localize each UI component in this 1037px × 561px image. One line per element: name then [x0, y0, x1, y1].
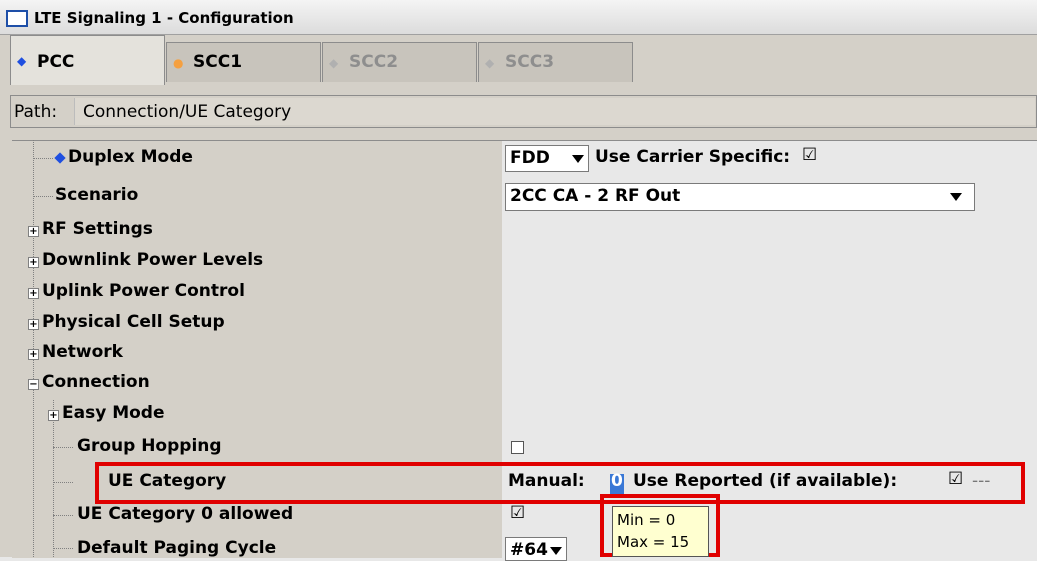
tree-branch	[33, 196, 53, 197]
window-title: LTE Signaling 1 - Configuration	[34, 9, 294, 27]
chevron-down-icon	[950, 193, 962, 201]
path-value: Connection/UE Category	[83, 102, 292, 122]
tab-scc2[interactable]: ◆ SCC2	[322, 42, 477, 82]
expand-icon[interactable]: +	[28, 257, 39, 268]
use-carrier-checkbox[interactable]: ☑	[802, 145, 817, 165]
tree-item-default-paging[interactable]: Default Paging Cycle	[77, 538, 276, 558]
path-value-field: Connection/UE Category	[74, 98, 1035, 125]
tab-scc3-label: SCC3	[505, 52, 555, 72]
tree-item-ue-category0[interactable]: UE Category 0 allowed	[77, 504, 293, 524]
tree-item-downlink-power[interactable]: Downlink Power Levels	[42, 250, 263, 270]
tree-branch	[53, 447, 73, 448]
tree-item-physical-cell[interactable]: Physical Cell Setup	[42, 312, 225, 332]
tab-pcc[interactable]: ◆ PCC	[10, 35, 165, 85]
tree-item-uplink-power[interactable]: Uplink Power Control	[42, 281, 245, 301]
expand-icon[interactable]: +	[28, 349, 39, 360]
tooltip-max: Max = 15	[617, 533, 690, 551]
tab-scc1-label: SCC1	[193, 52, 243, 72]
tree-item-easy-mode[interactable]: Easy Mode	[62, 403, 165, 423]
tree-item-duplex-mode[interactable]: Duplex Mode	[68, 147, 193, 167]
tab-scc3[interactable]: ◆ SCC3	[478, 42, 633, 82]
duplex-mode-select[interactable]: FDD	[505, 145, 589, 172]
scenario-value: 2CC CA - 2 RF Out	[510, 186, 681, 206]
tab-pcc-dot-icon: ◆	[17, 54, 27, 68]
tree-branch	[53, 482, 73, 483]
tree-item-network[interactable]: Network	[42, 342, 123, 362]
window-icon	[6, 10, 28, 27]
carrier-tabs: ◆ PCC ● SCC1 ◆ SCC2 ◆ SCC3	[0, 35, 1037, 85]
use-carrier-label: Use Carrier Specific:	[595, 147, 791, 167]
tree-connector-line-sub	[53, 400, 54, 557]
tooltip-min: Min = 0	[617, 511, 676, 529]
title-bar: LTE Signaling 1 - Configuration	[0, 0, 1037, 35]
expand-icon[interactable]: +	[48, 410, 59, 421]
tree-item-scenario[interactable]: Scenario	[55, 185, 138, 205]
tab-scc1-dot-icon: ●	[173, 56, 184, 70]
tree-branch	[53, 548, 73, 549]
expand-icon[interactable]: +	[28, 319, 39, 330]
chevron-down-icon	[550, 547, 562, 555]
configuration-window: LTE Signaling 1 - Configuration ◆ PCC ● …	[0, 0, 1037, 561]
paging-cycle-value: #64	[510, 540, 548, 560]
collapse-icon[interactable]: −	[28, 379, 39, 390]
path-bar: Path: Connection/UE Category	[10, 95, 1037, 128]
scenario-select[interactable]: 2CC CA - 2 RF Out	[505, 183, 975, 211]
tree-item-rf-settings[interactable]: RF Settings	[42, 219, 153, 239]
tab-scc1[interactable]: ● SCC1	[166, 42, 321, 82]
tab-pcc-label: PCC	[37, 52, 75, 72]
range-tooltip: Min = 0 Max = 15	[612, 506, 709, 557]
tab-scc2-label: SCC2	[349, 52, 399, 72]
duplex-mode-value: FDD	[510, 148, 550, 168]
path-label: Path:	[14, 102, 58, 122]
ue-category0-checkbox[interactable]: ☑	[510, 503, 525, 523]
tab-scc2-dot-icon: ◆	[329, 56, 339, 70]
chevron-down-icon	[572, 155, 584, 163]
expand-icon[interactable]: +	[28, 226, 39, 237]
paging-cycle-select[interactable]: #64	[505, 537, 567, 561]
group-hopping-checkbox[interactable]	[511, 441, 524, 454]
tree-branch	[33, 158, 53, 159]
tree-branch	[53, 515, 73, 516]
tab-scc3-dot-icon: ◆	[485, 56, 495, 70]
expand-icon[interactable]: +	[28, 288, 39, 299]
tree-item-connection[interactable]: Connection	[42, 372, 150, 392]
ue-category-highlight-box	[95, 462, 1025, 504]
tree-item-group-hopping[interactable]: Group Hopping	[77, 436, 222, 456]
